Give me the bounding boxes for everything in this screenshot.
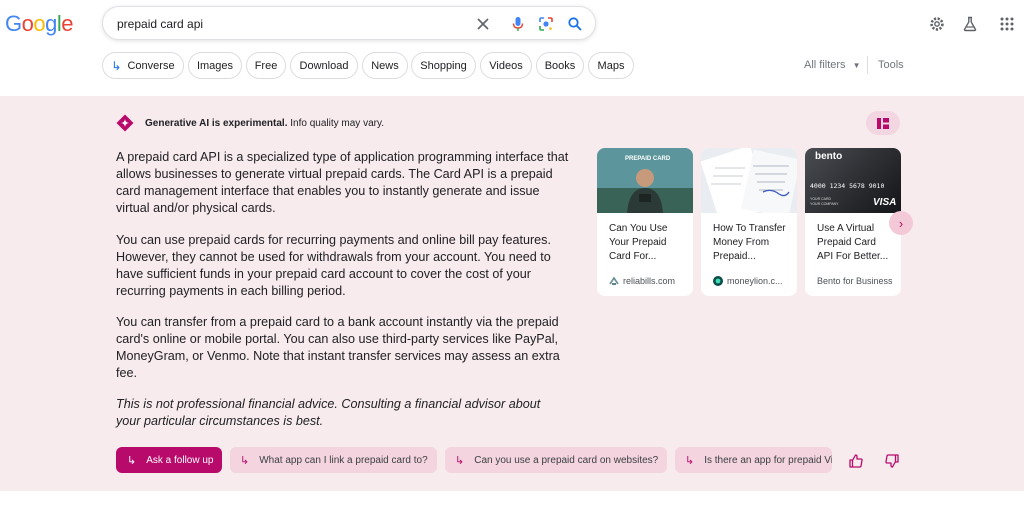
card-title: Use A Virtual Prepaid Card API For Bette… <box>817 223 889 262</box>
ai-paragraph: You can transfer from a prepaid card to … <box>116 315 560 380</box>
apps-grid-icon[interactable] <box>998 15 1016 33</box>
ai-advice-disclaimer: This is not professional financial advic… <box>116 397 541 428</box>
chip-maps[interactable]: Maps <box>588 52 634 79</box>
thumbs-down-icon[interactable] <box>884 453 900 469</box>
reply-arrow-icon: ↳ <box>455 454 465 467</box>
card-source-label: moneylion.c... <box>727 276 783 286</box>
card-source: moneylion.c... <box>713 276 783 286</box>
suggested-question-label: What app can I link a prepaid card to? <box>259 454 428 466</box>
suggested-question-label: Is there an app for prepaid Vi <box>704 454 832 466</box>
card-small-text: YOUR CARD <box>810 197 832 201</box>
chip-label: News <box>371 59 399 72</box>
card-source: reliabills.com <box>609 276 675 286</box>
moneylion-favicon-icon <box>713 276 723 286</box>
chip-converse[interactable]: ↳ Converse <box>102 52 184 79</box>
logo-letter: g <box>45 11 57 36</box>
chip-label: Books <box>544 59 576 72</box>
divider <box>867 56 868 74</box>
mic-icon[interactable] <box>510 16 526 32</box>
thumb-caption: PREPAID CARD <box>625 156 671 162</box>
reply-arrow-icon: ↳ <box>111 58 122 73</box>
card-thumbnail: PREPAID CARD <box>597 148 693 213</box>
thumbs-up-icon[interactable] <box>848 453 864 469</box>
bento-logo: bento <box>815 151 843 162</box>
chip-label: Images <box>196 59 234 72</box>
chip-shopping[interactable]: Shopping <box>411 52 476 79</box>
ask-follow-up-button[interactable]: ↳ Ask a follow up <box>116 447 222 473</box>
search-icon[interactable] <box>567 16 583 32</box>
card-title: How To Transfer Money From Prepaid... <box>713 223 786 262</box>
card-thumbnail: bento 4000 1234 5678 9010 YOUR CARD YOUR… <box>805 148 901 213</box>
top-bar: Google <box>0 0 1024 48</box>
chip-free[interactable]: Free <box>246 52 286 79</box>
reply-arrow-icon: ↳ <box>685 454 695 467</box>
google-logo[interactable]: Google <box>5 11 74 37</box>
layout-icon <box>877 117 889 129</box>
source-card[interactable]: bento 4000 1234 5678 9010 YOUR CARD YOUR… <box>805 148 901 296</box>
chip-label: Videos <box>489 59 523 72</box>
ai-paragraph: You can use prepaid cards for recurring … <box>116 233 551 298</box>
reliabills-favicon-icon <box>609 276 619 285</box>
search-input[interactable] <box>117 14 457 34</box>
card-title: Can You Use Your Prepaid Card For... <box>609 223 668 262</box>
ai-header-rest: Info quality may vary. <box>287 118 385 129</box>
chip-images[interactable]: Images <box>188 52 242 79</box>
card-source-label: Bento for Business <box>817 276 893 286</box>
card-number: 4000 1234 5678 9010 <box>810 182 885 190</box>
flask-icon[interactable] <box>961 15 979 33</box>
close-icon[interactable] <box>475 16 491 32</box>
lens-icon[interactable] <box>538 16 554 32</box>
all-filters-button[interactable]: All filters ▼ <box>804 59 861 71</box>
card-small-text: YOUR COMPANY <box>810 202 839 206</box>
caret-down-icon: ▼ <box>852 61 861 70</box>
chip-label: Download <box>299 59 349 72</box>
chevron-right-icon: › <box>898 215 904 231</box>
chip-news[interactable]: News <box>362 52 408 79</box>
suggested-question[interactable]: ↳ What app can I link a prepaid card to? <box>230 447 437 473</box>
chip-label: Converse <box>127 59 175 72</box>
chip-label: Shopping <box>420 59 467 72</box>
gemini-sparkle-icon <box>116 114 134 132</box>
source-card[interactable]: How To Transfer Money From Prepaid... mo… <box>701 148 797 296</box>
reply-arrow-icon: ↳ <box>240 454 250 467</box>
chip-videos[interactable]: Videos <box>480 52 532 79</box>
carousel-next-button[interactable]: › <box>889 211 913 235</box>
card-source: Bento for Business <box>817 276 893 286</box>
tools-button[interactable]: Tools <box>878 59 904 71</box>
card-source-label: reliabills.com <box>623 276 676 286</box>
tools-label: Tools <box>878 59 904 71</box>
chip-download[interactable]: Download <box>290 52 358 79</box>
suggested-question[interactable]: ↳ Is there an app for prepaid Vi <box>675 447 832 473</box>
logo-letter: o <box>33 11 46 36</box>
ai-header-bold: Generative AI is experimental. <box>145 118 288 129</box>
gear-icon[interactable] <box>928 15 946 33</box>
ai-disclaimer-header: Generative AI is experimental. Info qual… <box>145 118 384 129</box>
visa-logo: VISA <box>873 197 897 208</box>
follow-up-label: Ask a follow up <box>146 454 214 466</box>
logo-letter: G <box>5 11 22 36</box>
chip-label: Free <box>254 59 278 72</box>
search-box <box>102 6 596 40</box>
logo-letter: e <box>61 11 74 36</box>
all-filters-label: All filters <box>804 59 846 71</box>
chip-label: Maps <box>597 59 625 72</box>
chip-books[interactable]: Books <box>536 52 584 79</box>
logo-letter: o <box>21 11 34 36</box>
reply-arrow-icon: ↳ <box>127 454 137 467</box>
source-card[interactable]: PREPAID CARD Can You Use Your Prepaid Ca… <box>597 148 693 296</box>
layout-toggle-button[interactable] <box>866 111 900 135</box>
suggested-question-label: Can you use a prepaid card on websites? <box>474 454 659 466</box>
ai-paragraph: A prepaid card API is a specialized type… <box>116 150 569 215</box>
suggested-question[interactable]: ↳ Can you use a prepaid card on websites? <box>445 447 667 473</box>
card-thumbnail <box>701 148 797 225</box>
